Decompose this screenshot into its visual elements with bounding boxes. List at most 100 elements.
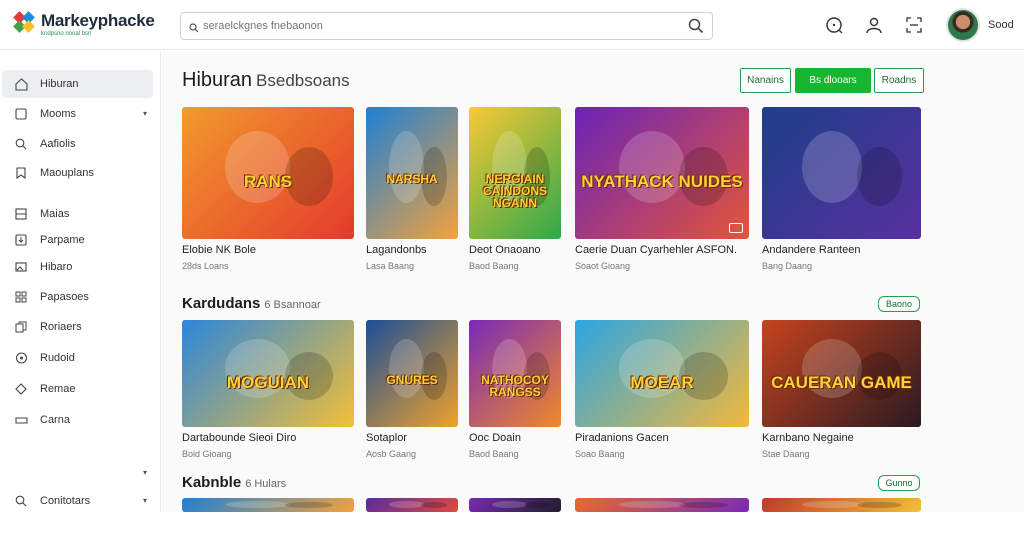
- game-art-title: NATHOCOY RANGSS: [481, 372, 549, 399]
- game-name[interactable]: Dartabounde Sieoi Diro: [182, 432, 296, 444]
- chevron-down-icon[interactable]: ▾: [143, 109, 147, 118]
- chevron-down-icon[interactable]: ▾: [143, 468, 147, 477]
- section-subtitle: 6 Hulars: [245, 478, 287, 490]
- app-name: Markeyphacke: [41, 10, 155, 30]
- apps-icon: [14, 290, 28, 304]
- chevron-down-icon[interactable]: ▾: [143, 496, 147, 505]
- character-figure: [801, 130, 863, 204]
- game-thumbnail[interactable]: CAUERAN GAME: [762, 320, 921, 427]
- app-logo[interactable]: Markeyphacke kndpsrio nooal bsn: [13, 11, 155, 37]
- game-art-title: NARSHA: [386, 172, 438, 186]
- search-submit-icon[interactable]: [688, 18, 704, 39]
- sidebar-item-maias[interactable]: Maias: [2, 200, 153, 228]
- game-card[interactable]: CAUERAN GAME Karnbano Negaine Stae Daang: [762, 320, 921, 467]
- game-thumbnail[interactable]: [575, 498, 749, 512]
- game-name[interactable]: Ooc Doain: [469, 432, 521, 444]
- filter-button-3[interactable]: Roadns: [874, 68, 924, 93]
- character-figure: [618, 500, 685, 509]
- sidebar-item-parpame[interactable]: Parpame: [2, 226, 153, 254]
- sidebar-item-hiburan[interactable]: Hiburan: [2, 70, 153, 98]
- filter-button-1[interactable]: Nanains: [740, 68, 791, 93]
- game-thumbnail[interactable]: MOGUIAN: [182, 320, 354, 427]
- game-thumbnail[interactable]: NERGIAIN CAINDONS NGANN: [469, 107, 561, 239]
- sidebar-item-mooms[interactable]: Mooms ▾: [2, 100, 153, 128]
- game-card[interactable]: NARSHA Lagandonbs Lasa Baang: [366, 107, 458, 279]
- sidebar-item-conitotars[interactable]: Conitotars ▾: [2, 487, 153, 515]
- game-thumbnail[interactable]: NATHOCOY RANGSS: [469, 320, 561, 427]
- vr-icon: [729, 223, 743, 233]
- sidebar-item-aafiolis[interactable]: Aafiolis: [2, 130, 153, 158]
- search-bar[interactable]: [180, 12, 713, 40]
- sidebar-item-maouplans[interactable]: Maouplans: [2, 159, 153, 187]
- sidebar-item-papasoes[interactable]: Papasoes: [2, 283, 153, 311]
- section-title: Kabnble 6 Hulars: [182, 474, 286, 491]
- tag-icon: [14, 382, 28, 396]
- search-input[interactable]: [203, 17, 673, 35]
- game-thumbnail[interactable]: [469, 498, 561, 512]
- section-title: Kardudans 6 Bsannoar: [182, 295, 321, 312]
- sidebar-item-label: Remae: [40, 383, 76, 395]
- main-content: Hiburan Bsedbsoans Nanains Bs dlooars Roa…: [162, 51, 1024, 512]
- game-art-title: NYATHACK NUIDES: [581, 172, 743, 191]
- user-icon[interactable]: [864, 15, 884, 35]
- game-thumbnail[interactable]: [762, 107, 921, 239]
- game-name[interactable]: Lagandonbs: [366, 244, 427, 256]
- game-card[interactable]: GNURES Sotaplor Aosb Gaang: [366, 320, 458, 467]
- game-thumbnail[interactable]: MOEAR: [575, 320, 749, 427]
- game-meta: 28ds Loans: [182, 261, 229, 271]
- character-figure: [492, 500, 527, 509]
- expand-icon[interactable]: [904, 15, 924, 35]
- game-thumbnail[interactable]: GNURES: [366, 320, 458, 427]
- game-card[interactable]: RANS Elobie NK Bole 28ds Loans: [182, 107, 354, 279]
- game-art-title: RANS: [243, 172, 293, 191]
- game-thumbnail[interactable]: NARSHA: [366, 107, 458, 239]
- sidebar-item-hibaro[interactable]: Hibaro: [2, 253, 153, 281]
- game-card[interactable]: Andandere Ranteen Bang Daang: [762, 107, 921, 279]
- sidebar-item-remae[interactable]: Remae: [2, 375, 153, 403]
- game-card[interactable]: NYATHACK NUIDES Caerie Duan Cyarhehler AS…: [575, 107, 749, 279]
- game-card[interactable]: MOGUIAN Dartabounde Sieoi Diro Boid Gioang: [182, 320, 354, 467]
- game-name[interactable]: Elobie NK Bole: [182, 244, 256, 256]
- controller-icon: [14, 413, 28, 427]
- section-pill[interactable]: Baono: [878, 296, 920, 312]
- game-name[interactable]: Andandere Ranteen: [762, 244, 860, 256]
- game-meta: Bang Daang: [762, 261, 813, 271]
- game-thumbnail[interactable]: [182, 498, 354, 512]
- filter-button-2[interactable]: Bs dlooars: [795, 68, 871, 93]
- game-name[interactable]: Sotaplor: [366, 432, 407, 444]
- sidebar-item-roriaers[interactable]: Roriaers: [2, 313, 153, 341]
- game-card[interactable]: NATHOCOY RANGSS Ooc Doain Baod Baang: [469, 320, 561, 467]
- game-thumbnail[interactable]: RANS: [182, 107, 354, 239]
- search-icon: [189, 20, 199, 38]
- game-thumbnail[interactable]: [762, 498, 921, 512]
- game-thumbnail[interactable]: NYATHACK NUIDES: [575, 107, 749, 239]
- sidebar-item-carna[interactable]: Carna: [2, 406, 153, 434]
- game-name[interactable]: Karnbano Negaine: [762, 432, 854, 444]
- gamepad-icon: [14, 351, 28, 365]
- game-thumbnail[interactable]: [366, 498, 458, 512]
- game-meta: Boid Gioang: [182, 449, 232, 459]
- sidebar-item-more[interactable]: ▾: [2, 459, 153, 487]
- sidebar-item-rudoid[interactable]: Rudoid: [2, 344, 153, 372]
- game-name[interactable]: Caerie Duan Cyarhehler ASFON.: [575, 244, 737, 256]
- game-meta: Baod Baang: [469, 261, 519, 271]
- section-title-text: Kabnble: [182, 474, 242, 491]
- game-card[interactable]: [366, 498, 458, 552]
- sidebar-item-label: Hiburan: [40, 78, 79, 90]
- game-name[interactable]: Piradanions Gacen: [575, 432, 669, 444]
- game-card[interactable]: [469, 498, 561, 552]
- help-icon[interactable]: [824, 15, 844, 35]
- game-art-title: MOGUIAN: [226, 372, 310, 392]
- game-meta: Lasa Baang: [366, 261, 415, 271]
- game-meta: Stae Daang: [762, 449, 810, 459]
- section-pill[interactable]: Gunno: [878, 475, 920, 491]
- game-name[interactable]: Deot Onaoano: [469, 244, 541, 256]
- game-card[interactable]: [575, 498, 749, 552]
- sidebar-item-label: Mooms: [40, 108, 77, 120]
- game-card[interactable]: [182, 498, 354, 552]
- game-card[interactable]: [762, 498, 921, 552]
- game-card[interactable]: NERGIAIN CAINDONS NGANN Deot Onaoano Baod …: [469, 107, 561, 279]
- game-card[interactable]: MOEAR Piradanions Gacen Soao Baang: [575, 320, 749, 467]
- avatar[interactable]: [946, 8, 980, 42]
- sidebar-item-label: Hibaro: [40, 261, 73, 273]
